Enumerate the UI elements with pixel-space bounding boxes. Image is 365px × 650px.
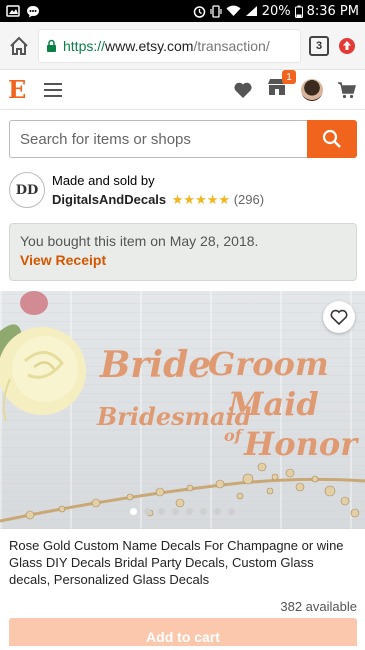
search-icon [322, 129, 342, 149]
carousel-dot[interactable] [214, 508, 221, 515]
rating-stars: ★★★★★ [171, 192, 231, 207]
chat-notification-icon [26, 5, 40, 18]
home-icon[interactable] [8, 36, 30, 56]
carousel-dot[interactable] [186, 508, 193, 515]
made-by-label: Made and sold by [52, 173, 155, 188]
favorites-icon[interactable] [233, 81, 253, 99]
product-title: Rose Gold Custom Name Decals For Champag… [9, 538, 344, 587]
address-bar[interactable]: https://www.etsy.com/transaction/ [38, 28, 301, 63]
carousel-dot[interactable] [200, 508, 207, 515]
purchase-notice: You bought this item on May 28, 2018. Vi… [9, 223, 357, 281]
avatar[interactable] [301, 78, 323, 101]
url-domain: www.etsy.com [105, 37, 194, 54]
shop-manager-button[interactable]: 1 [267, 70, 296, 101]
view-receipt-link[interactable]: View Receipt [20, 252, 346, 268]
menu-icon[interactable] [44, 82, 62, 97]
lock-icon [46, 39, 57, 52]
battery-percent: 20% [261, 3, 291, 19]
product-photo: Bride Groom Bridesmaid Maid of Honor [0, 291, 365, 523]
product-image[interactable]: Bride Groom Bridesmaid Maid of Honor [0, 291, 365, 529]
carousel-dot[interactable] [228, 508, 235, 515]
carousel-dot[interactable] [144, 508, 151, 515]
wifi-icon [226, 5, 241, 17]
seller-name-link[interactable]: DigitalsAndDecals [52, 192, 166, 207]
tab-switcher-button[interactable]: 3 [309, 35, 329, 56]
heart-outline-icon [330, 309, 348, 325]
status-bar: 20% 8:36 PM [0, 0, 365, 22]
alarm-icon [193, 5, 206, 18]
cart-icon[interactable] [337, 81, 357, 99]
site-header: E 1 [0, 70, 365, 110]
image-carousel-dots [0, 508, 365, 515]
carousel-dot[interactable] [158, 508, 165, 515]
search-bar: Search for items or shops [9, 120, 357, 158]
etsy-logo[interactable]: E [8, 75, 34, 104]
decal-word: Groom [208, 345, 329, 383]
stock-available: 382 available [280, 599, 357, 614]
browser-toolbar: https://www.etsy.com/transaction/ 3 [0, 22, 365, 70]
rose-decoration [0, 291, 86, 422]
clock: 8:36 PM [306, 3, 359, 19]
decal-word: Bride [99, 344, 211, 386]
battery-icon [294, 5, 303, 18]
notification-badge: 1 [282, 70, 296, 84]
signal-icon [245, 5, 258, 17]
decal-word: Maid [227, 385, 319, 423]
url-scheme: https:// [63, 37, 106, 54]
vibrate-icon [210, 4, 222, 18]
image-notification-icon [6, 5, 20, 17]
search-button[interactable] [307, 120, 357, 158]
review-count[interactable]: (296) [234, 192, 264, 207]
purchase-message: You bought this item on May 28, 2018. [20, 233, 259, 249]
seller-info: DD Made and sold by DigitalsAndDecals ★★… [0, 170, 365, 210]
favorite-button[interactable] [323, 301, 355, 333]
carousel-dot[interactable] [130, 508, 137, 515]
seller-logo[interactable]: DD [9, 172, 45, 208]
update-icon[interactable] [337, 36, 357, 56]
url-path: /transaction/ [193, 37, 270, 54]
search-input[interactable]: Search for items or shops [9, 120, 307, 158]
decal-word: Honor [243, 425, 359, 463]
carousel-dot[interactable] [172, 508, 179, 515]
add-to-cart-button[interactable]: Add to cart [9, 618, 357, 646]
